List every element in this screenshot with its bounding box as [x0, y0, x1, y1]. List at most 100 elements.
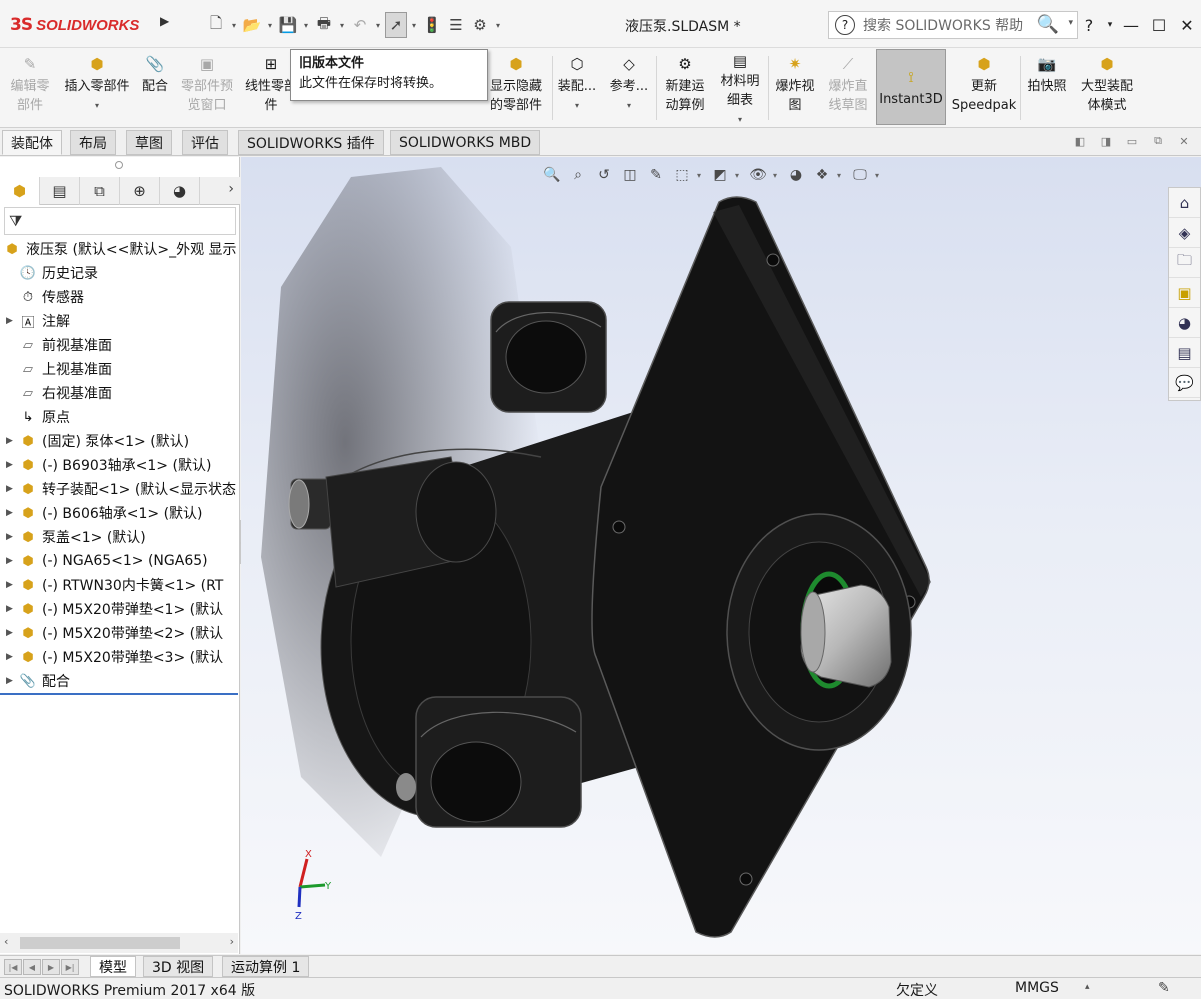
horizontal-scrollbar[interactable]: ‹ ›: [0, 933, 238, 953]
tree-item[interactable]: ↳ 原点: [0, 405, 238, 429]
tab-mbd[interactable]: SOLIDWORKS MBD: [390, 130, 541, 155]
tab-evaluate[interactable]: 评估: [182, 130, 228, 155]
configuration-manager-tab-icon[interactable]: ⧉: [80, 177, 120, 205]
tree-item[interactable]: ▶ 🄰 注解: [0, 309, 238, 333]
undo-dropdown-icon[interactable]: ▾: [373, 21, 383, 30]
home-icon[interactable]: ⌂: [1169, 188, 1200, 218]
tree-item[interactable]: ▶ ⬢ (-) B606轴承<1> (默认): [0, 501, 238, 525]
expand-arrow-icon[interactable]: ▶: [6, 436, 18, 446]
file-explorer-icon[interactable]: 🗀: [1169, 248, 1200, 278]
speedpak-button[interactable]: ⬢ 更新 Speedpak: [952, 52, 1017, 124]
expand-arrow-icon[interactable]: ▶: [6, 628, 18, 638]
mate-button[interactable]: 📎 配合: [138, 52, 172, 124]
print-dropdown-icon[interactable]: ▾: [337, 21, 347, 30]
tab-assembly[interactable]: 装配体: [2, 130, 62, 155]
tree-item[interactable]: ▶ ⬢ (-) RTWN30内卡簧<1> (RT: [0, 573, 238, 597]
graphics-area[interactable]: 🔍 ⌕ ↺ ◫ ✎ ⬚ ▾ ◩ ▾ 👁 ▾ ◕ ❖ ▾ 🖵 ▾ ⌂ ◈ 🗀 ▣ …: [241, 157, 1201, 954]
tree-item[interactable]: ▱ 前视基准面: [0, 333, 238, 357]
expand-arrow-icon[interactable]: ▶: [6, 556, 18, 566]
tree-item[interactable]: ▱ 右视基准面: [0, 381, 238, 405]
scroll-right-icon[interactable]: ›: [230, 935, 234, 948]
tree-item[interactable]: ▶ ⬢ 转子装配<1> (默认<显示状态: [0, 477, 238, 501]
tree-item[interactable]: ▱ 上视基准面: [0, 357, 238, 381]
snapshot-button[interactable]: 📷 拍快照: [1024, 52, 1070, 124]
property-manager-tab-icon[interactable]: ▤: [40, 177, 80, 205]
viewport-minimize-icon[interactable]: ▭: [1123, 132, 1141, 150]
appearances-icon[interactable]: ◕: [1169, 308, 1200, 338]
search-dropdown-icon[interactable]: ▾: [1068, 18, 1073, 28]
tree-root[interactable]: ⬢ 液压泵 (默认<<默认>_外观 显示: [0, 237, 238, 261]
pump-model-view[interactable]: [241, 157, 1201, 954]
expand-arrow-icon[interactable]: ▶: [6, 676, 18, 686]
expand-arrow-icon[interactable]: ▶: [6, 532, 18, 542]
print-icon[interactable]: 🖶: [313, 12, 335, 38]
dropdown-icon[interactable]: ▾: [627, 96, 631, 115]
first-tab-icon[interactable]: |◀: [4, 959, 22, 975]
bom-button[interactable]: ▤ 材料明 细表 ▾: [716, 52, 764, 124]
pump-flange[interactable]: [591, 196, 931, 938]
help-button[interactable]: ?: [1075, 11, 1103, 39]
status-tools-icon[interactable]: ✎: [1158, 980, 1170, 996]
viewport-restore-icon[interactable]: ⧉: [1149, 132, 1167, 150]
tab-3d-views[interactable]: 3D 视图: [143, 956, 214, 977]
custom-properties-icon[interactable]: ▤: [1169, 338, 1200, 368]
viewport-prev-icon[interactable]: ◧: [1071, 132, 1089, 150]
large-assembly-button[interactable]: ⬢ 大型装配 体模式: [1074, 52, 1140, 124]
save-icon[interactable]: 💾: [277, 12, 299, 38]
viewport-close-icon[interactable]: ✕: [1175, 132, 1193, 150]
display-manager-tab-icon[interactable]: ◕: [160, 177, 200, 205]
dropdown-icon[interactable]: ▾: [95, 96, 99, 115]
rebuild-traffic-light-icon[interactable]: 🚦: [421, 12, 443, 38]
tab-motion-study-1[interactable]: 运动算例 1: [222, 956, 310, 977]
help-search-box[interactable]: ? 搜索 SOLIDWORKS 帮助 🔍 ▾: [828, 11, 1078, 39]
viewport-next-icon[interactable]: ◨: [1097, 132, 1115, 150]
tree-item[interactable]: ▶ ⬢ (-) NGA65<1> (NGA65): [0, 549, 238, 573]
insert-component-button[interactable]: ⬢ 插入零部件 ▾: [60, 52, 134, 124]
close-button[interactable]: ✕: [1173, 11, 1201, 39]
open-dropdown-icon[interactable]: ▾: [265, 21, 275, 30]
explode-line-sketch-button[interactable]: ⟋ 爆炸直 线草图: [824, 52, 872, 124]
solidworks-logo[interactable]: 3S SOLIDWORKS: [10, 10, 139, 40]
expand-arrow-icon[interactable]: ▶: [6, 460, 18, 470]
tab-layout[interactable]: 布局: [70, 130, 116, 155]
tab-addins[interactable]: SOLIDWORKS 插件: [238, 130, 384, 155]
select-dropdown-icon[interactable]: ▾: [409, 21, 419, 30]
new-dropdown-icon[interactable]: ▾: [229, 21, 239, 30]
panel-grip-icon[interactable]: [115, 161, 123, 169]
help-dropdown-icon[interactable]: ▾: [1103, 11, 1117, 39]
dimxpert-tab-icon[interactable]: ⊕: [120, 177, 160, 205]
feature-manager-tab-icon[interactable]: ⬢: [0, 177, 40, 205]
select-pointer-icon[interactable]: ➚: [385, 12, 407, 38]
expand-arrow-icon[interactable]: ▶: [6, 604, 18, 614]
file-properties-icon[interactable]: ☰: [445, 12, 467, 38]
tree-item[interactable]: ▶ 📎 配合: [0, 669, 238, 693]
preview-window-button[interactable]: ▣ 零部件预 览窗口: [176, 52, 238, 124]
scroll-left-icon[interactable]: ‹: [4, 935, 8, 948]
assembly-features-button[interactable]: ⬡ 装配... ▾: [556, 52, 598, 124]
units-dropdown-icon[interactable]: ▴: [1085, 982, 1090, 992]
maximize-button[interactable]: ☐: [1145, 11, 1173, 39]
view-palette-icon[interactable]: ▣: [1169, 278, 1200, 308]
options-gear-icon[interactable]: ⚙: [469, 12, 491, 38]
open-folder-icon[interactable]: 📂: [241, 12, 263, 38]
next-tab-icon[interactable]: ▶: [42, 959, 60, 975]
filter-box[interactable]: ⧩: [4, 207, 236, 235]
tree-item[interactable]: ▶ ⬢ 泵盖<1> (默认): [0, 525, 238, 549]
dropdown-icon[interactable]: ▾: [738, 110, 742, 129]
undo-icon[interactable]: ↶: [349, 12, 371, 38]
instant3d-button[interactable]: ⟟ Instant3D: [876, 49, 946, 125]
dropdown-icon[interactable]: ▾: [575, 96, 579, 115]
edit-component-button[interactable]: ✎ 编辑零 部件: [6, 52, 54, 124]
prev-tab-icon[interactable]: ◀: [23, 959, 41, 975]
tree-item[interactable]: ⏱ 传感器: [0, 285, 238, 309]
tree-item[interactable]: 🕓 历史记录: [0, 261, 238, 285]
new-document-icon[interactable]: 🗋: [205, 12, 227, 38]
forum-icon[interactable]: 💬: [1169, 368, 1200, 398]
expand-arrow-icon[interactable]: ▶: [6, 508, 18, 518]
expand-arrow-icon[interactable]: ▶: [6, 580, 18, 590]
more-tabs-arrow-icon[interactable]: ›: [228, 181, 234, 197]
scroll-thumb[interactable]: [20, 937, 180, 949]
menu-flyout-arrow-icon[interactable]: ▶: [160, 14, 174, 36]
show-hidden-button[interactable]: ⬢ 显示隐藏 的零部件: [486, 52, 546, 124]
tree-item[interactable]: ▶ ⬢ (-) B6903轴承<1> (默认): [0, 453, 238, 477]
